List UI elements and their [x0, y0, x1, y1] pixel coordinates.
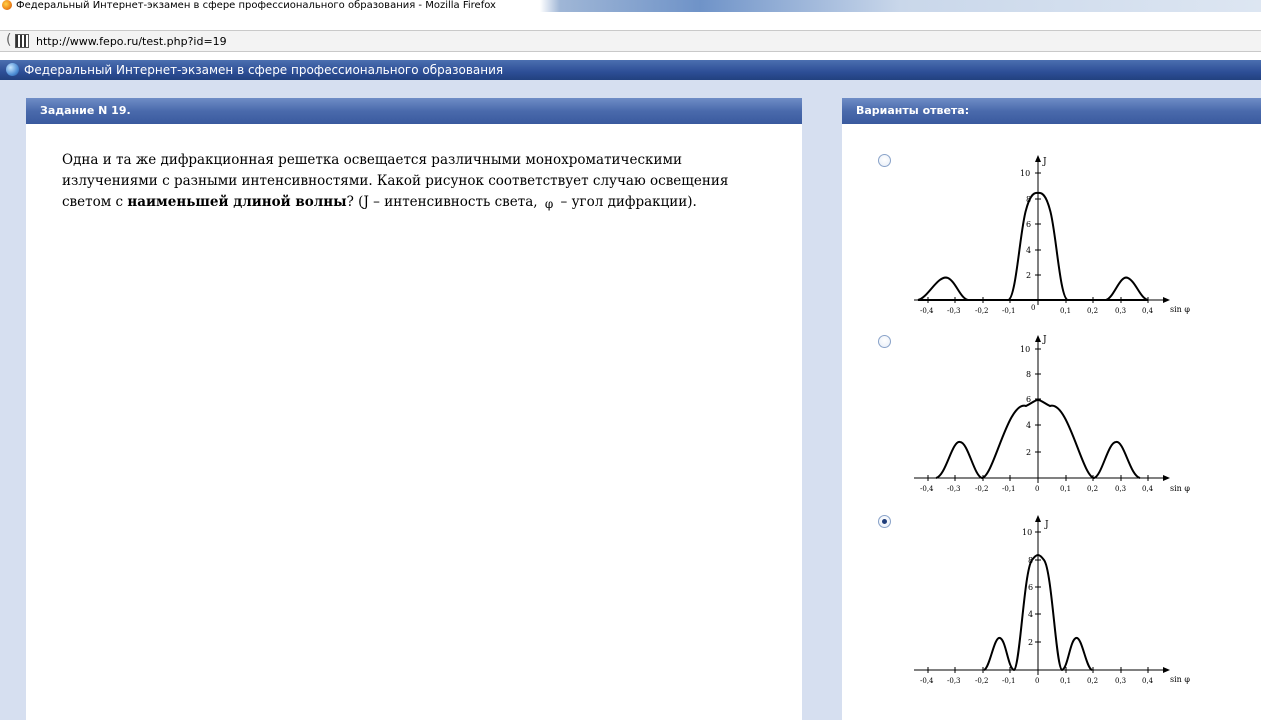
x-tick-label: -0,2 — [975, 485, 989, 493]
y-tick-label: 6 — [1026, 220, 1031, 229]
y-axis-label: J — [1042, 157, 1047, 167]
x-tick-label: 0 — [1035, 485, 1039, 493]
x-axis-label: sin φ — [1170, 484, 1190, 493]
window-title: Федеральный Интернет-экзамен в сфере про… — [16, 0, 496, 11]
task-panel: Задание N 19. Одна и та же дифракционная… — [26, 98, 802, 720]
x-tick-label: 0,2 — [1087, 485, 1098, 493]
y-axis-arrow-icon — [1035, 515, 1041, 522]
y-tick-label: 4 — [1026, 246, 1031, 255]
x-tick-label: 0,2 — [1087, 677, 1098, 685]
x-tick-label: 0,1 — [1060, 677, 1071, 685]
y-tick-label: 2 — [1028, 638, 1033, 647]
window-title-bar: Федеральный Интернет-экзамен в сфере про… — [0, 0, 1261, 12]
x-axis-arrow-icon — [1163, 667, 1170, 673]
x-axis-label: sin φ — [1170, 305, 1190, 314]
task-text-part3: – угол дифракции). — [556, 194, 697, 210]
y-axis-arrow-icon — [1035, 335, 1041, 342]
x-tick-label: -0,3 — [947, 677, 961, 685]
x-tick-label: -0,4 — [920, 677, 934, 685]
task-text-part2: ? (J – интенсивность света, — [346, 194, 542, 210]
y-tick-label: 2 — [1026, 448, 1031, 457]
url-text[interactable]: http://www.fepo.ru/test.php?id=19 — [36, 35, 227, 48]
answer-graph-3: 2 4 6 8 10 J -0,4 -0,3 -0,2 -0,1 0 0,1 0… — [914, 515, 1190, 685]
x-axis-arrow-icon — [1163, 475, 1170, 481]
globe-icon — [6, 63, 19, 76]
y-axis-label: J — [1044, 520, 1049, 530]
x-tick-label: -0,2 — [975, 307, 989, 315]
task-heading: Задание N 19. — [26, 98, 802, 124]
answer-graph-2: 2 4 6 8 10 J -0,4 -0,3 -0,2 -0,1 0 0,1 0… — [914, 335, 1190, 493]
x-axis-label: sin φ — [1170, 675, 1190, 684]
site-header: Федеральный Интернет-экзамен в сфере про… — [0, 60, 1261, 80]
x-tick-label: -0,4 — [920, 307, 934, 315]
x-tick-label: 0,1 — [1060, 485, 1071, 493]
y-axis-label: J — [1042, 335, 1047, 345]
x-tick-label: 0 — [1035, 677, 1039, 685]
y-tick-label: 4 — [1028, 610, 1033, 619]
y-tick-label: 4 — [1026, 421, 1031, 430]
x-tick-label: -0,1 — [1002, 485, 1016, 493]
x-tick-label: 0,3 — [1115, 485, 1126, 493]
answer-graph-1: 2 4 6 8 10 J -0,4 -0,3 -0,2 -0,1 0 0,1 0… — [914, 155, 1190, 315]
x-tick-label: -0,3 — [947, 485, 961, 493]
phi-symbol: φ — [544, 197, 554, 211]
address-bar[interactable]: ( http://www.fepo.ru/test.php?id=19 — [0, 30, 1261, 52]
x-tick-label: -0,2 — [975, 677, 989, 685]
address-bar-bracket-icon: ( — [6, 32, 12, 48]
site-title: Федеральный Интернет-экзамен в сфере про… — [24, 63, 504, 77]
x-tick-label: 0,3 — [1115, 307, 1126, 315]
site-favicon-icon — [15, 34, 29, 48]
x-tick-label: 0,3 — [1115, 677, 1126, 685]
x-tick-label: 0,4 — [1142, 485, 1154, 493]
answers-heading: Варианты ответа: — [842, 98, 1261, 124]
x-tick-label: 0,4 — [1142, 677, 1154, 685]
y-axis-arrow-icon — [1035, 155, 1041, 162]
y-tick-label: 10 — [1020, 345, 1030, 354]
y-tick-label: 8 — [1026, 370, 1031, 379]
firefox-icon — [2, 0, 12, 10]
y-tick-label: 6 — [1028, 583, 1033, 592]
task-text-bold: наименьшей длиной волны — [127, 194, 347, 210]
x-tick-label: -0,3 — [947, 307, 961, 315]
answer-radio-1[interactable] — [878, 154, 891, 167]
answer-radio-2[interactable] — [878, 335, 891, 348]
x-tick-label: 0,4 — [1142, 307, 1154, 315]
y-tick-label: 2 — [1026, 271, 1031, 280]
x-tick-label: 0,1 — [1060, 307, 1071, 315]
y-tick-label: 10 — [1020, 169, 1030, 178]
x-axis-arrow-icon — [1163, 297, 1170, 303]
x-tick-label: -0,1 — [1002, 307, 1016, 315]
intensity-curve — [917, 191, 1149, 301]
x-tick-label: -0,1 — [1002, 677, 1016, 685]
x-tick-label: 0,2 — [1087, 307, 1098, 315]
y-tick-label: 10 — [1022, 528, 1032, 537]
x-tick-label: -0,4 — [920, 485, 934, 493]
task-text: Одна и та же дифракционная решетка освещ… — [62, 150, 762, 215]
answer-radio-3[interactable] — [878, 515, 891, 528]
x-tick-label: 0 — [1031, 304, 1035, 312]
answers-panel: Варианты ответа: 2 4 6 8 10 J -0,4 -0,3 … — [842, 98, 1261, 720]
